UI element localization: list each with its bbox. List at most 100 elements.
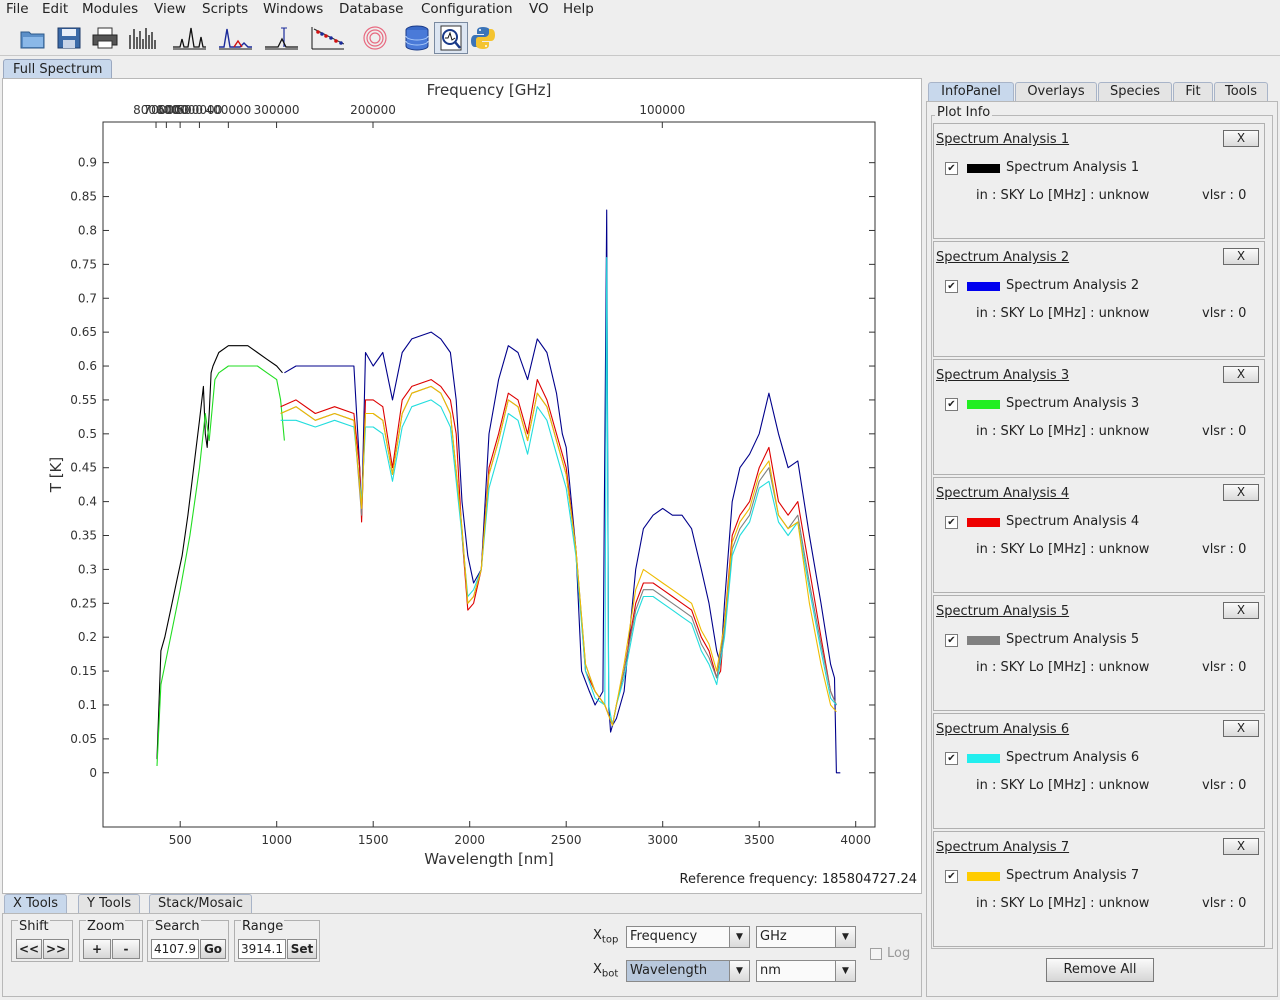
spectrum-info: in : SKY Lo [MHz] : unknow	[976, 306, 1150, 321]
x-tick-label: 4000	[840, 833, 871, 847]
search-go-button[interactable]: Go	[200, 939, 226, 959]
tab-x-tools[interactable]: X Tools	[4, 894, 68, 914]
spectrum-card-title[interactable]: Spectrum Analysis 1	[936, 132, 1069, 147]
zoom-in-button[interactable]: +	[83, 939, 111, 959]
y-tick-label: 0.2	[78, 630, 97, 644]
spectrum-plot-panel[interactable]: 0 0.05 0.1 0.15 0.2 0.25 0.3 0.35 0.4 0.45 0.5 0.55…	[2, 78, 922, 894]
info-panel: Plot Info Spectrum Analysis 1 X ✔ Spectrum …	[926, 101, 1278, 997]
remove-all-button[interactable]: Remove All	[1046, 958, 1154, 982]
shift-right-button[interactable]: >>	[43, 939, 69, 959]
x-tick-label: 1500	[358, 833, 389, 847]
tab-stack-mosaic[interactable]: Stack/Mosaic	[149, 894, 253, 914]
spectrum-card-title[interactable]: Spectrum Analysis 6	[936, 722, 1069, 737]
full-spectrum-icon[interactable]	[126, 22, 160, 54]
y-tick-label: 0.9	[78, 156, 97, 170]
tab-info-panel[interactable]: InfoPanel	[928, 82, 1014, 102]
reference-frequency-value: 185804727.24	[821, 872, 917, 887]
open-folder-icon[interactable]	[16, 22, 50, 54]
spectrum-analysis-icon[interactable]	[218, 22, 252, 54]
menu-scripts[interactable]: Scripts	[202, 1, 248, 17]
y-tick-label: 0.55	[70, 393, 97, 407]
zoom-out-button[interactable]: -	[112, 939, 140, 959]
shift-left-button[interactable]: <<	[16, 939, 42, 959]
color-swatch[interactable]	[967, 400, 1000, 409]
close-button[interactable]: X	[1223, 484, 1259, 501]
series-line	[280, 379, 837, 726]
color-swatch[interactable]	[967, 872, 1000, 881]
menu-edit[interactable]: Edit	[42, 1, 68, 17]
spectrum-name: Spectrum Analysis 6	[1006, 750, 1140, 765]
x-bot-unit-select[interactable]: nm ▼	[756, 960, 856, 982]
visibility-checkbox[interactable]: ✔	[945, 280, 958, 293]
close-button[interactable]: X	[1223, 248, 1259, 265]
color-swatch[interactable]	[967, 518, 1000, 527]
loomis-wood-icon[interactable]	[358, 22, 392, 54]
menu-file[interactable]: File	[6, 1, 29, 17]
visibility-checkbox[interactable]: ✔	[945, 752, 958, 765]
print-icon[interactable]	[88, 22, 122, 54]
visibility-checkbox[interactable]: ✔	[945, 162, 958, 175]
y-tick-label: 0.3	[78, 562, 97, 576]
chevron-down-icon: ▼	[729, 961, 749, 981]
close-button[interactable]: X	[1223, 130, 1259, 147]
menu-view[interactable]: View	[154, 1, 186, 17]
menu-windows[interactable]: Windows	[263, 1, 323, 17]
line-id-icon[interactable]	[264, 22, 298, 54]
range-set-button[interactable]: Set	[287, 939, 317, 959]
python-icon[interactable]	[466, 22, 500, 54]
database-icon[interactable]	[400, 22, 434, 54]
close-button[interactable]: X	[1223, 720, 1259, 737]
rotational-diagram-icon[interactable]	[310, 22, 344, 54]
x2-axis-label: Frequency [GHz]	[427, 81, 552, 99]
x-top-axis-select[interactable]: Frequency ▼	[626, 926, 750, 948]
visibility-checkbox[interactable]: ✔	[945, 870, 958, 883]
x-tick-label: 3000	[647, 833, 678, 847]
tab-species[interactable]: Species	[1098, 82, 1172, 102]
spectrum-vlsr: vlsr : 0	[1202, 778, 1247, 793]
spectrum-card-title[interactable]: Spectrum Analysis 7	[936, 840, 1069, 855]
menu-help[interactable]: Help	[563, 1, 594, 17]
spectrum-card: Spectrum Analysis 6 X ✔ Spectrum Analysis 6…	[933, 713, 1265, 829]
spectrum-card-title[interactable]: Spectrum Analysis 2	[936, 250, 1069, 265]
spectrum-info: in : SKY Lo [MHz] : unknow	[976, 542, 1150, 557]
menu-database[interactable]: Database	[339, 1, 403, 17]
spectrum-card-title[interactable]: Spectrum Analysis 4	[936, 486, 1069, 501]
spectrum-name: Spectrum Analysis 1	[1006, 160, 1140, 175]
x-bot-axis-select[interactable]: Wavelength ▼	[626, 960, 750, 982]
close-button[interactable]: X	[1223, 602, 1259, 619]
tab-overlays[interactable]: Overlays	[1015, 82, 1097, 102]
search-input[interactable]: 4107.9	[151, 939, 199, 959]
spectrum-card-title[interactable]: Spectrum Analysis 3	[936, 368, 1069, 383]
y-tick-label: 0.45	[70, 461, 97, 475]
y-tick-label: 0.05	[70, 732, 97, 746]
color-swatch[interactable]	[967, 164, 1000, 173]
close-button[interactable]: X	[1223, 838, 1259, 855]
spectrum-plot[interactable]: 0 0.05 0.1 0.15 0.2 0.25 0.3 0.35 0.4 0.45 0.5 0.55…	[3, 79, 921, 893]
color-swatch[interactable]	[967, 636, 1000, 645]
x-top-unit-select[interactable]: GHz ▼	[756, 926, 856, 948]
range-input[interactable]: 3914.1	[238, 939, 286, 959]
spectrum-card: Spectrum Analysis 4 X ✔ Spectrum Analysis 4…	[933, 477, 1265, 593]
visibility-checkbox[interactable]: ✔	[945, 516, 958, 529]
log-checkbox[interactable]	[870, 948, 882, 960]
color-swatch[interactable]	[967, 282, 1000, 291]
visibility-checkbox[interactable]: ✔	[945, 398, 958, 411]
tab-fit[interactable]: Fit	[1173, 82, 1213, 102]
save-icon[interactable]	[52, 22, 86, 54]
y-axis-label: T [K]	[47, 457, 65, 493]
y-tick-label: 0.15	[70, 664, 97, 678]
spectrum-viewer-icon[interactable]	[434, 22, 468, 54]
tab-y-tools[interactable]: Y Tools	[78, 894, 141, 914]
menu-modules[interactable]: Modules	[82, 1, 138, 17]
y-tick-label: 0.65	[70, 325, 97, 339]
main-tabs: Full Spectrum	[0, 57, 1280, 80]
visibility-checkbox[interactable]: ✔	[945, 634, 958, 647]
close-button[interactable]: X	[1223, 366, 1259, 383]
line-spectrum-icon[interactable]	[172, 22, 206, 54]
tab-tools[interactable]: Tools	[1214, 82, 1268, 102]
tab-full-spectrum[interactable]: Full Spectrum	[3, 59, 113, 80]
spectrum-card-title[interactable]: Spectrum Analysis 5	[936, 604, 1069, 619]
menu-vo[interactable]: VO	[529, 1, 549, 17]
menu-configuration[interactable]: Configuration	[421, 1, 513, 17]
color-swatch[interactable]	[967, 754, 1000, 763]
